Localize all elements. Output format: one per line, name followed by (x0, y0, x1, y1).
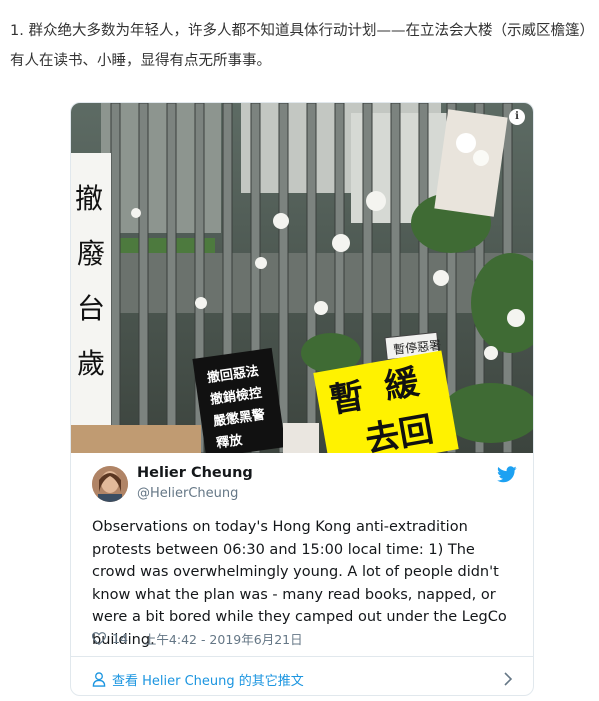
twitter-bird-icon[interactable] (497, 466, 517, 483)
divider (71, 656, 533, 657)
like-count[interactable]: 14 (112, 631, 128, 646)
heart-icon[interactable] (92, 632, 106, 645)
info-icon[interactable]: i (509, 109, 525, 125)
tweet-timestamp[interactable]: 上午4:42 - 2019年6月21日 (144, 629, 303, 648)
person-icon (92, 672, 106, 687)
svg-text:歲: 歲 (77, 347, 105, 380)
tweet-meta: 14 上午4:42 - 2019年6月21日 (92, 629, 303, 648)
svg-text:暫: 暫 (327, 376, 367, 421)
chevron-right-icon[interactable] (503, 672, 513, 686)
svg-text:台: 台 (77, 292, 105, 325)
svg-text:撤: 撤 (75, 182, 103, 215)
author-name[interactable]: Helier Cheung (137, 465, 253, 481)
more-tweets-link[interactable]: 查看 Helier Cheung 的其它推文 (92, 670, 304, 689)
article-paragraph: 1. 群众绝大多数为年轻人，许多人都不知道具体行动计划——在立法会大楼（示威区檐… (10, 23, 587, 69)
embedded-tweet-card[interactable]: 撤 廢 台 歲 撤回惡法 撤銷檢控 嚴懲黑警 釋放 暫停惡署 暫 緩 去回 i (70, 102, 534, 696)
svg-text:廢: 廢 (77, 237, 105, 270)
author-handle[interactable]: @HelierCheung (137, 486, 238, 501)
more-tweets-label[interactable]: 查看 Helier Cheung 的其它推文 (112, 670, 304, 689)
avatar[interactable] (92, 466, 128, 502)
tweet-photo[interactable]: 撤 廢 台 歲 撤回惡法 撤銷檢控 嚴懲黑警 釋放 暫停惡署 暫 緩 去回 (71, 103, 534, 453)
